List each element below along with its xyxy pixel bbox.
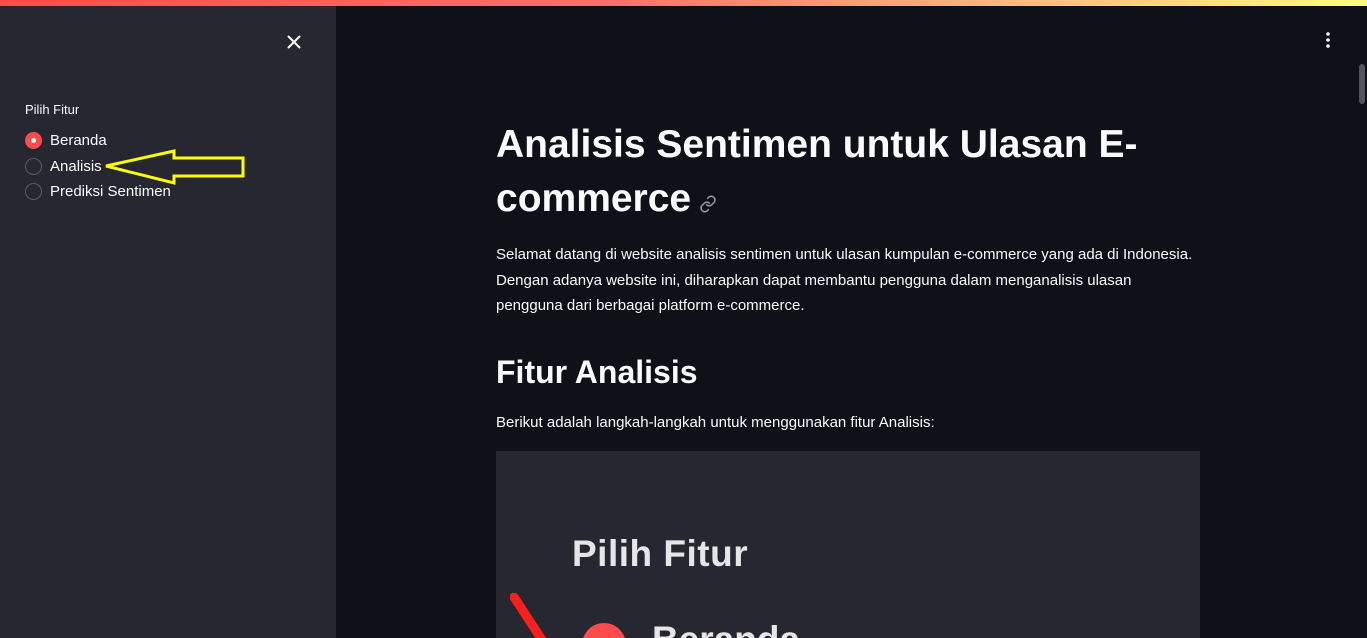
vertical-dots-icon: [1326, 32, 1330, 48]
main-menu-button[interactable]: [1318, 30, 1338, 50]
steps-intro-text: Berikut adalah langkah-langkah untuk men…: [496, 414, 935, 431]
section-heading: Fitur Analisis: [496, 354, 698, 390]
close-icon: [287, 35, 301, 49]
tutorial-image-heading: Pilih Fitur: [572, 533, 749, 574]
radio-option-label: Beranda: [50, 132, 107, 150]
tutorial-image: Pilih Fitur Beranda: [496, 451, 1200, 638]
header-decoration-bar: [0, 0, 1367, 6]
radio-group-label: Pilih Fitur: [25, 102, 80, 117]
red-arrow-annotation-icon: [510, 593, 547, 638]
radio-button-checked[interactable]: [25, 132, 42, 150]
radio-button[interactable]: [25, 157, 42, 175]
link-icon[interactable]: [699, 174, 717, 228]
yellow-arrow-annotation-icon: [105, 149, 245, 185]
tutorial-image-option: Beranda: [652, 619, 800, 638]
tutorial-radio-dot: [582, 623, 626, 638]
sidebar: Pilih Fitur Beranda Analisis Prediksi Se…: [0, 0, 336, 638]
intro-paragraph: Selamat datang di website analisis senti…: [496, 246, 1193, 314]
scrollbar-thumb[interactable]: [1359, 64, 1365, 104]
page-title-text: Analisis Sentimen untuk Ulasan E-commerc…: [496, 123, 1138, 220]
radio-option-label: Analisis: [50, 157, 102, 175]
radio-button[interactable]: [25, 183, 42, 201]
close-sidebar-button[interactable]: [282, 30, 306, 54]
page-title: Analisis Sentimen untuk Ulasan E-commerc…: [496, 118, 1200, 228]
